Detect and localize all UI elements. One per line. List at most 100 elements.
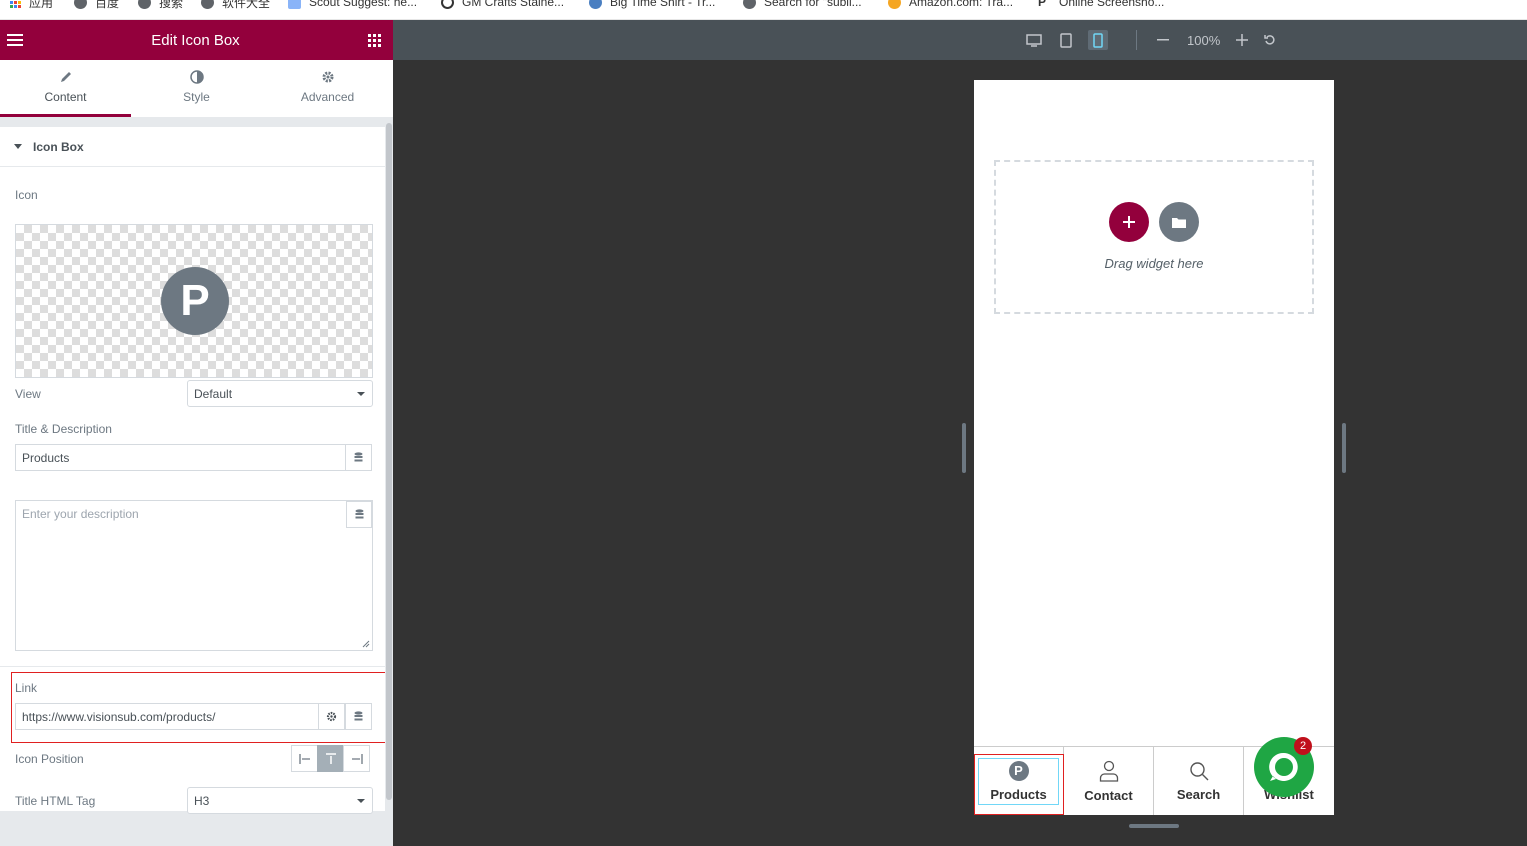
panel-tabs: Content Style Advanced bbox=[0, 60, 393, 117]
mobile-view-button[interactable] bbox=[1088, 30, 1108, 50]
title-input[interactable]: Products bbox=[15, 444, 347, 471]
apps-icon bbox=[10, 0, 21, 8]
reset-icon bbox=[1264, 35, 1275, 45]
bookmark-bigtime[interactable]: Big Time Shirt - Tr... bbox=[589, 0, 715, 9]
contrast-icon bbox=[189, 70, 204, 84]
shirt-icon bbox=[589, 0, 602, 9]
section-icon-box-toggle[interactable]: Icon Box bbox=[0, 127, 385, 167]
chat-icon bbox=[1269, 752, 1298, 781]
icon-position-label: Icon Position bbox=[15, 752, 84, 766]
amazon-icon bbox=[888, 0, 901, 9]
tablet-view-button[interactable] bbox=[1056, 30, 1076, 50]
widget-dropzone[interactable]: Drag widget here bbox=[994, 160, 1314, 314]
view-select[interactable]: Default bbox=[187, 380, 373, 407]
title-desc-label: Title & Description bbox=[15, 422, 112, 436]
zoom-level: 100% bbox=[1187, 33, 1221, 48]
dropzone-text: Drag widget here bbox=[1104, 256, 1204, 271]
icon-label: Icon bbox=[15, 188, 38, 202]
desktop-view-button[interactable] bbox=[1024, 30, 1044, 50]
tablet-icon bbox=[1060, 32, 1072, 48]
panel-header: Edit Icon Box bbox=[0, 20, 393, 60]
search-icon bbox=[1189, 761, 1208, 780]
scrollbar-thumb[interactable] bbox=[386, 123, 392, 800]
icon-picker-preview[interactable]: P bbox=[15, 224, 373, 378]
menu-icon[interactable] bbox=[7, 34, 23, 46]
controls-area: Icon Box Icon P View Default Title & Des… bbox=[0, 127, 394, 814]
bookmark-software[interactable]: 软件大全 bbox=[201, 0, 270, 10]
minus-icon bbox=[1157, 39, 1169, 41]
description-dynamic-button[interactable] bbox=[346, 501, 372, 528]
resize-handle-right[interactable] bbox=[1342, 423, 1346, 473]
add-section-button[interactable] bbox=[1109, 202, 1149, 242]
widgets-grid-icon[interactable] bbox=[367, 33, 381, 47]
bookmark-scout[interactable]: Scout Suggest: he... bbox=[288, 0, 417, 9]
divider bbox=[0, 666, 385, 667]
globe-icon bbox=[201, 0, 214, 9]
panel-title: Edit Icon Box bbox=[151, 31, 240, 49]
chat-unread-badge: 2 bbox=[1294, 737, 1312, 755]
link-label: Link bbox=[15, 681, 38, 695]
zoom-out-button[interactable] bbox=[1153, 30, 1173, 50]
caret-down-icon bbox=[14, 144, 22, 149]
globe-icon bbox=[138, 0, 151, 9]
tab-advanced[interactable]: Advanced bbox=[262, 60, 393, 117]
pencil-icon bbox=[60, 72, 71, 82]
title-tag-label: Title HTML Tag bbox=[15, 794, 96, 808]
resize-handle-left[interactable] bbox=[962, 423, 966, 473]
bookmark-gmcrafts[interactable]: GM Crafts Staine... bbox=[441, 0, 564, 9]
mobile-icon bbox=[1093, 32, 1103, 48]
bookmark-amazon[interactable]: Amazon.com: Tra... bbox=[888, 0, 1013, 9]
bookmarks-bar: 应用 百度 搜索 软件大全 Scout Suggest: he... GM Cr… bbox=[0, 0, 1527, 20]
nav-item-search[interactable]: Search bbox=[1154, 747, 1244, 815]
bookmark-search[interactable]: 搜索 bbox=[138, 0, 183, 10]
resize-handle-icon[interactable] bbox=[362, 640, 370, 648]
nav-item-products[interactable]: P Products bbox=[974, 747, 1064, 815]
folder-icon bbox=[1172, 217, 1186, 228]
tab-content[interactable]: Content bbox=[0, 60, 131, 117]
bookmark-apps[interactable]: 应用 bbox=[10, 0, 53, 10]
database-icon bbox=[354, 711, 363, 721]
user-icon bbox=[1099, 760, 1118, 782]
align-top-icon bbox=[325, 752, 336, 764]
tab-style[interactable]: Style bbox=[131, 60, 262, 117]
desktop-icon bbox=[1026, 33, 1042, 47]
database-icon bbox=[354, 452, 363, 462]
plus-icon bbox=[1123, 216, 1135, 228]
gear-icon bbox=[322, 71, 333, 83]
globe-icon bbox=[743, 0, 756, 9]
bookmark-screenshot[interactable]: P Online Screensho... bbox=[1038, 0, 1164, 9]
dropzone-buttons bbox=[1109, 202, 1199, 242]
link-options-button[interactable] bbox=[318, 703, 345, 730]
align-right-icon bbox=[351, 753, 363, 764]
chevron-down-icon bbox=[357, 799, 365, 803]
resize-handle-bottom[interactable] bbox=[1129, 824, 1179, 828]
zoom-in-button[interactable] bbox=[1232, 30, 1252, 50]
panel-scrollbar[interactable] bbox=[385, 120, 393, 820]
title-tag-select[interactable]: H3 bbox=[187, 787, 373, 814]
products-p-icon: P bbox=[161, 267, 229, 335]
align-right-button[interactable] bbox=[343, 745, 370, 772]
gear-icon bbox=[326, 711, 337, 722]
clock-icon bbox=[441, 0, 454, 9]
bookmark-search-subli[interactable]: Search for "subli... bbox=[743, 0, 862, 9]
add-template-button[interactable] bbox=[1159, 202, 1199, 242]
bookmark-baidu[interactable]: 百度 bbox=[74, 0, 119, 10]
nav-item-contact[interactable]: Contact bbox=[1064, 747, 1154, 815]
plus-icon bbox=[1236, 34, 1248, 46]
toolbar-divider bbox=[1136, 30, 1137, 50]
link-dynamic-button[interactable] bbox=[345, 703, 372, 730]
reset-zoom-button[interactable] bbox=[1260, 30, 1280, 50]
screenshot-icon: P bbox=[1038, 0, 1047, 9]
link-input[interactable]: https://www.visionsub.com/products/ bbox=[15, 703, 320, 730]
editor-panel: Edit Icon Box Content Style Advanced Ico… bbox=[0, 20, 394, 846]
view-label: View bbox=[15, 387, 41, 401]
description-textarea[interactable]: Enter your description bbox=[15, 500, 373, 651]
align-left-button[interactable] bbox=[291, 745, 318, 772]
icon-position-choices bbox=[291, 745, 370, 772]
selected-widget-outline bbox=[978, 758, 1059, 805]
globe-icon bbox=[74, 0, 87, 9]
title-dynamic-button[interactable] bbox=[345, 444, 372, 471]
mobile-device-frame: Drag widget here P Products Contact Sear… bbox=[974, 80, 1334, 815]
preview-toolbar: 100% bbox=[393, 20, 1527, 60]
align-top-button[interactable] bbox=[317, 745, 344, 772]
